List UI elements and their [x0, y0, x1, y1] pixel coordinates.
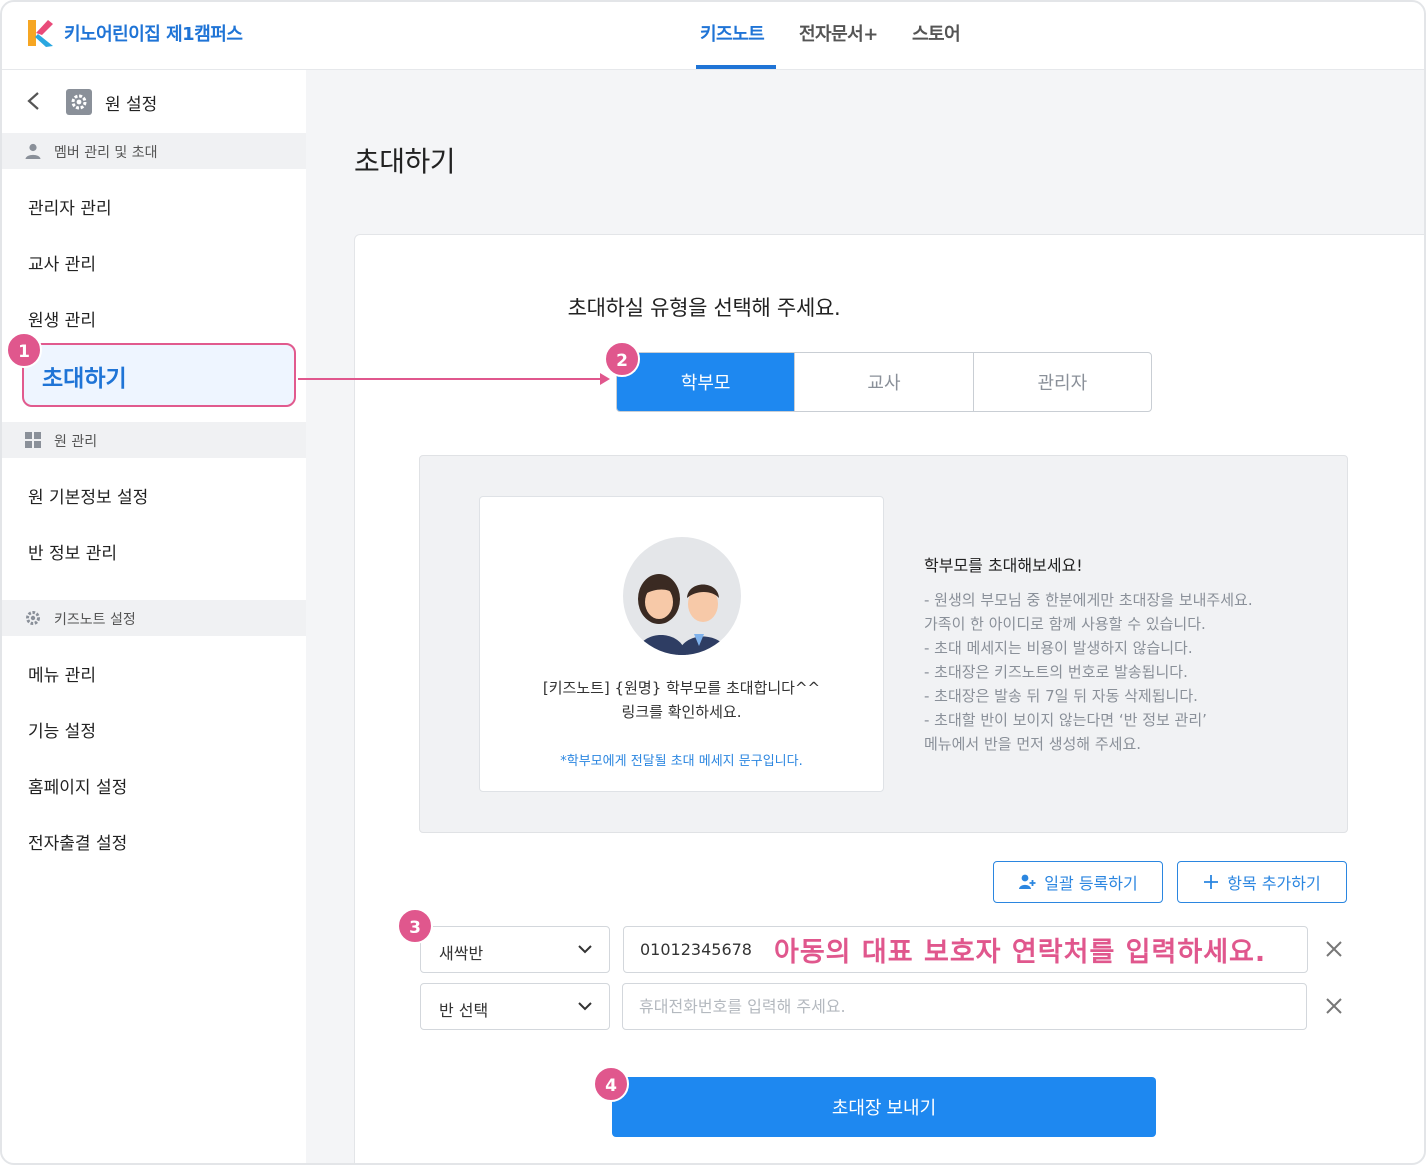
- message-note: *학부모에게 전달될 초대 메세지 문구입니다.: [560, 754, 803, 769]
- type-teacher-option[interactable]: 교사: [795, 353, 974, 411]
- sidebar-item-label: 초대하기: [42, 366, 127, 392]
- info-line: 가족이 한 아이디로 함께 사용할 수 있습니다.: [924, 615, 1206, 633]
- sidebar-item-teacher-manage[interactable]: 교사 관리: [28, 250, 96, 275]
- sidebar-title: 원 설정: [105, 95, 158, 115]
- top-bar: 키노어린이집 제1캠퍼스 키즈노트 전자문서+ 스토어: [2, 2, 1424, 70]
- app-window: 키노어린이집 제1캠퍼스 키즈노트 전자문서+ 스토어 원 설정 멤버 관리 및…: [0, 0, 1426, 1165]
- invite-type-selector: 학부모 교사 관리자: [616, 352, 1152, 412]
- bulk-register-label: 일괄 등록하기: [1044, 874, 1138, 893]
- active-tab-indicator: [696, 65, 776, 69]
- back-arrow-icon[interactable]: [24, 90, 44, 112]
- info-line: - 초대할 반이 보이지 않는다면 ‘반 정보 관리’: [924, 711, 1207, 729]
- sidebar-item-class-info[interactable]: 반 정보 관리: [28, 539, 117, 564]
- gear-icon: [26, 611, 40, 625]
- section-member: 멤버 관리 및 초대: [2, 133, 306, 169]
- step-badge-4: 4: [593, 1066, 629, 1102]
- info-title: 학부모를 초대해보세요!: [924, 556, 1083, 575]
- type-admin-option[interactable]: 관리자: [974, 353, 1151, 411]
- add-item-label: 항목 추가하기: [1227, 874, 1321, 893]
- type-parent-option[interactable]: 학부모: [617, 353, 796, 411]
- add-item-button[interactable]: 항목 추가하기: [1177, 861, 1347, 903]
- page-title: 초대하기: [354, 145, 456, 178]
- class-select-value: 반 선택: [439, 1001, 489, 1020]
- sidebar-item-homepage-settings[interactable]: 홈페이지 설정: [28, 773, 127, 798]
- section-label: 원 관리: [54, 434, 98, 450]
- parents-avatar-icon: [623, 537, 741, 655]
- sidebar-item-basic-info[interactable]: 원 기본정보 설정: [28, 483, 148, 508]
- settings-gear-icon: [66, 89, 92, 115]
- bulk-register-button[interactable]: 일괄 등록하기: [993, 861, 1163, 903]
- chevron-down-icon: [578, 1002, 592, 1011]
- sidebar-item-admin-manage[interactable]: 관리자 관리: [28, 194, 112, 219]
- tab-edocs[interactable]: 전자문서+: [799, 20, 878, 46]
- step-badge-1: 1: [6, 332, 42, 368]
- step-badge-3: 3: [397, 908, 433, 944]
- plus-icon: [1204, 875, 1219, 889]
- tab-store[interactable]: 스토어: [912, 20, 961, 46]
- sidebar-item-attendance-settings[interactable]: 전자출결 설정: [28, 829, 127, 854]
- step-badge-2: 2: [604, 341, 640, 377]
- message-line-1: [키즈노트] {원명} 학부모를 초대합니다^^: [542, 679, 821, 697]
- message-line-2: 링크를 확인하세요.: [621, 703, 742, 721]
- section-label: 키즈노트 설정: [54, 612, 136, 628]
- class-select[interactable]: 반 선택: [420, 983, 610, 1030]
- chevron-down-icon: [578, 945, 592, 954]
- remove-row-icon[interactable]: [1324, 996, 1344, 1016]
- class-select-value: 새싹반: [439, 944, 484, 963]
- section-kidsnote: 키즈노트 설정: [2, 600, 306, 636]
- section-label: 멤버 관리 및 초대: [54, 145, 158, 161]
- info-line: - 초대장은 발송 뒤 7일 뒤 자동 삭제됩니다.: [924, 687, 1198, 705]
- annotation-arrow: [298, 373, 610, 385]
- class-select[interactable]: 새싹반: [420, 926, 610, 973]
- sidebar-item-invite[interactable]: 초대하기: [22, 343, 296, 407]
- grid-icon: [25, 432, 41, 448]
- add-user-icon: [1019, 874, 1036, 889]
- phone-input[interactable]: [622, 983, 1307, 1030]
- person-icon: [25, 143, 41, 159]
- info-line: - 원생의 부모님 중 한분에게만 초대장을 보내주세요.: [924, 591, 1253, 609]
- section-school: 원 관리: [2, 422, 306, 458]
- info-line: - 초대 메세지는 비용이 발생하지 않습니다.: [924, 639, 1193, 657]
- sidebar: 원 설정 멤버 관리 및 초대 관리자 관리 교사 관리 원생 관리 초대하기 …: [2, 70, 306, 1163]
- remove-row-icon[interactable]: [1324, 939, 1344, 959]
- kidsnote-logo-icon: [28, 20, 53, 47]
- sidebar-item-feature-settings[interactable]: 기능 설정: [28, 717, 96, 742]
- info-line: - 초대장은 키즈노트의 번호로 발송됩니다.: [924, 663, 1188, 681]
- info-line: 메뉴에서 반을 먼저 생성해 주세요.: [924, 735, 1142, 753]
- tab-kidsnote[interactable]: 키즈노트: [700, 20, 765, 46]
- send-invite-button[interactable]: 초대장 보내기: [612, 1077, 1156, 1137]
- sidebar-item-menu-manage[interactable]: 메뉴 관리: [28, 661, 96, 686]
- type-question: 초대하실 유형을 선택해 주세요.: [567, 296, 841, 320]
- phone-instruction-annotation: 아동의 대표 보호자 연락처를 입력하세요.: [774, 937, 1267, 968]
- org-name[interactable]: 키노어린이집 제1캠퍼스: [64, 20, 243, 46]
